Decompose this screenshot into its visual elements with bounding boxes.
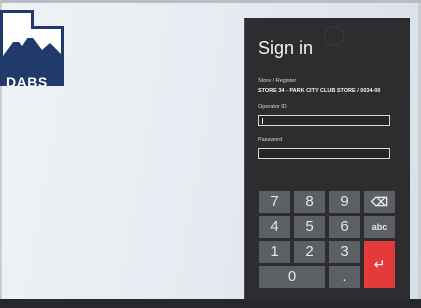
bezel-top [0, 0, 421, 3]
dabs-logo: DABS [0, 10, 64, 90]
decimal-key[interactable]: . [329, 266, 360, 288]
logo-text: DABS [6, 74, 48, 90]
enter-key[interactable]: ↵ [364, 241, 395, 288]
password-field[interactable] [258, 148, 390, 159]
key-0[interactable]: 0 [259, 266, 325, 288]
key-5[interactable]: 5 [294, 216, 325, 238]
abc-key[interactable]: abc [364, 216, 395, 238]
operator-id-field[interactable] [258, 115, 390, 126]
key-6[interactable]: 6 [329, 216, 360, 238]
key-3[interactable]: 3 [329, 241, 360, 263]
operator-id-label: Operator ID [258, 104, 287, 110]
bezel-bottom [0, 299, 421, 308]
text-caret [262, 118, 263, 124]
key-9[interactable]: 9 [329, 191, 360, 213]
key-2[interactable]: 2 [294, 241, 325, 263]
signin-panel: Sign in Store / Register STORE 34 - PARK… [244, 18, 410, 302]
key-8[interactable]: 8 [294, 191, 325, 213]
key-1[interactable]: 1 [259, 241, 290, 263]
signin-title: Sign in [258, 38, 314, 58]
password-label: Password [258, 137, 283, 143]
key-4[interactable]: 4 [259, 216, 290, 238]
backspace-key[interactable]: ⌫ [364, 191, 395, 213]
key-7[interactable]: 7 [259, 191, 290, 213]
reflection-circle [324, 26, 344, 46]
store-value: STORE 34 - PARK CITY CLUB STORE / 0034-0… [258, 88, 381, 94]
store-label: Store / Register [258, 78, 297, 84]
